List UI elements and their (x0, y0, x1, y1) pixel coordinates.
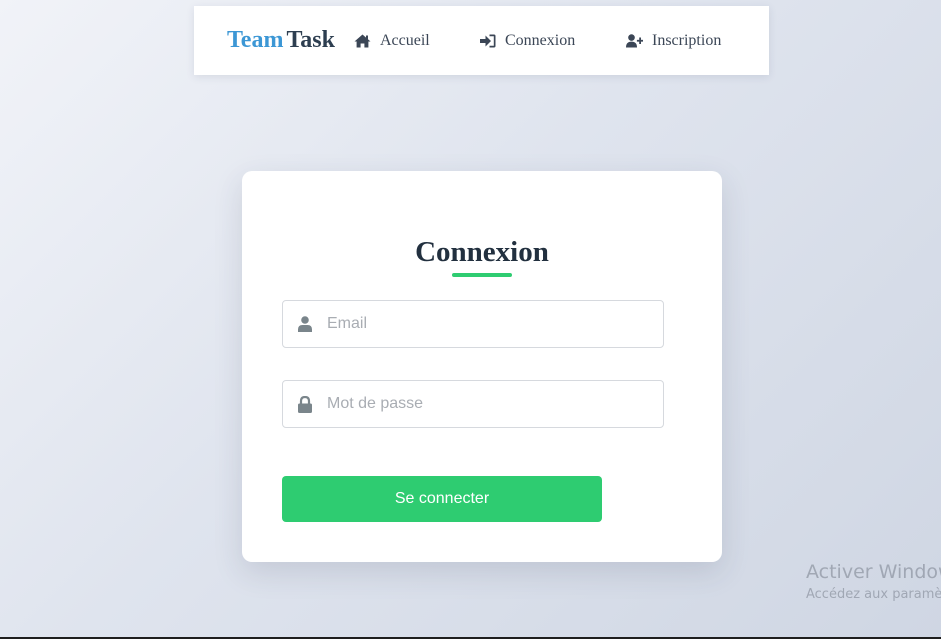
brand-team-text: Team (227, 27, 284, 53)
nav-link-label: Connexion (505, 32, 576, 49)
login-submit-button[interactable]: Se connecter (282, 476, 602, 522)
nav-link-inscription[interactable]: Inscription (626, 30, 721, 52)
brand-task-text: Task (286, 27, 335, 53)
nav-link-label: Inscription (652, 32, 722, 49)
top-navbar: Team Task Accueil Connexion Inscription (194, 6, 769, 75)
login-title: Connexion (415, 236, 549, 268)
user-plus-icon (626, 34, 643, 48)
user-icon (297, 315, 313, 333)
watermark-title: Activer Windows (806, 561, 941, 583)
windows-activation-watermark: Activer Windows Accédez aux paramètres p… (806, 560, 941, 604)
nav-link-label: Accueil (380, 32, 430, 49)
lock-icon (297, 395, 313, 413)
nav-link-accueil[interactable]: Accueil (354, 30, 430, 52)
brand-logo[interactable]: Team Task (227, 26, 335, 54)
password-input[interactable] (327, 381, 653, 427)
watermark-subtitle: Accédez aux paramètres pour activer Wind… (806, 587, 941, 602)
login-card: Connexion Se connecter (242, 171, 722, 562)
password-field[interactable] (282, 380, 664, 428)
title-underline (452, 273, 512, 277)
email-input[interactable] (327, 301, 653, 347)
nav-link-connexion[interactable]: Connexion (480, 30, 575, 52)
sign-in-icon (480, 34, 496, 48)
email-field[interactable] (282, 300, 664, 348)
home-icon (354, 34, 371, 48)
